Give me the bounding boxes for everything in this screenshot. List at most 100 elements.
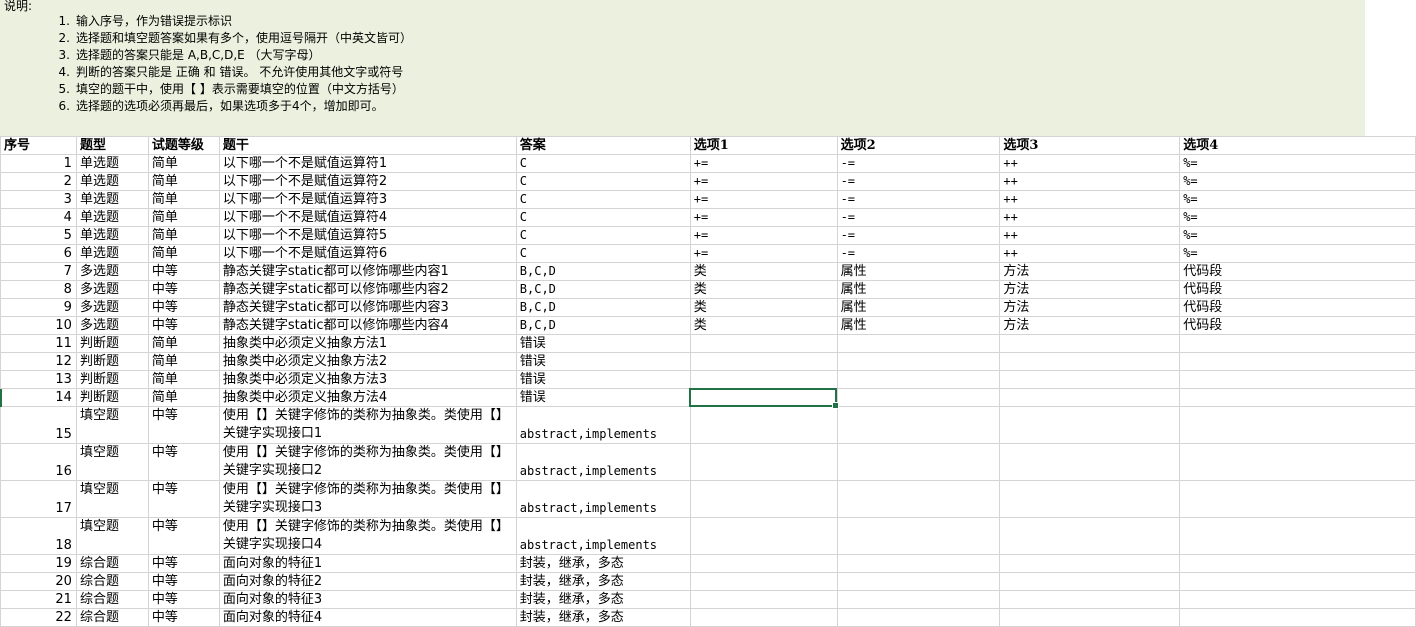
cell-option4[interactable] [1179,443,1416,481]
cell-option3[interactable]: 方法 [999,316,1181,335]
cell-level[interactable]: 中等 [147,517,220,555]
cell-level[interactable]: 简单 [147,226,220,245]
cell-option1[interactable] [689,334,838,353]
cell-option1[interactable]: += [689,172,838,191]
cell-option2[interactable] [836,388,1001,407]
cell-seq[interactable]: 20 [0,572,77,591]
cell-option3[interactable]: ++ [999,190,1181,209]
cell-stem[interactable]: 面向对象的特征3 [218,590,517,609]
cell-option2[interactable] [836,590,1001,609]
cell-option3[interactable]: ++ [999,244,1181,263]
cell-seq[interactable]: 15 [0,406,77,444]
cell-stem[interactable]: 面向对象的特征2 [218,572,517,591]
cell-seq[interactable]: 10 [0,316,77,335]
cell-seq[interactable]: 18 [0,517,77,555]
cell-stem[interactable]: 以下哪一个不是赋值运算符5 [218,226,517,245]
cell-type[interactable]: 填空题 [75,443,149,481]
cell-level[interactable]: 中等 [147,262,220,281]
cell-option1[interactable]: += [689,154,838,173]
cell-option2[interactable]: -= [836,154,1001,173]
cell-seq[interactable]: 21 [0,590,77,609]
header-answer[interactable]: 答案 [515,136,691,155]
cell-stem[interactable]: 以下哪一个不是赋值运算符4 [218,208,517,227]
cell-option4[interactable]: 代码段 [1179,280,1416,299]
cell-option2[interactable]: 属性 [836,262,1001,281]
cell-option2[interactable] [836,352,1001,371]
cell-option3[interactable]: ++ [999,154,1181,173]
cell-level[interactable]: 简单 [147,244,220,263]
cell-level[interactable]: 简单 [147,352,220,371]
header-option1[interactable]: 选项1 [689,136,838,155]
cell-level[interactable]: 中等 [147,443,220,481]
cell-level[interactable]: 简单 [147,172,220,191]
cell-option1[interactable] [689,608,838,627]
cell-level[interactable]: 中等 [147,280,220,299]
cell-stem[interactable]: 静态关键字static都可以修饰哪些内容1 [218,262,517,281]
cell-option2[interactable]: -= [836,244,1001,263]
cell-option3[interactable] [999,608,1181,627]
cell-option4[interactable] [1179,352,1416,371]
cell-option4[interactable] [1179,608,1416,627]
cell-option3[interactable] [999,406,1181,444]
cell-option4[interactable] [1179,554,1416,573]
cell-seq[interactable]: 12 [0,352,77,371]
cell-option1[interactable] [689,370,838,389]
cell-option2[interactable] [836,406,1001,444]
header-seq[interactable]: 序号 [0,136,77,155]
cell-type[interactable]: 多选题 [75,262,149,281]
cell-option4[interactable]: %= [1179,190,1416,209]
cell-level[interactable]: 中等 [147,406,220,444]
cell-type[interactable]: 多选题 [75,316,149,335]
cell-stem[interactable]: 以下哪一个不是赋值运算符6 [218,244,517,263]
cell-option4[interactable]: %= [1179,208,1416,227]
header-option4[interactable]: 选项4 [1179,136,1416,155]
cell-option4[interactable] [1179,480,1416,518]
cell-seq[interactable]: 19 [0,554,77,573]
cell-stem[interactable]: 使用【】关键字修饰的类称为抽象类。类使用【】关键字实现接口4 [218,517,517,555]
cell-option1[interactable] [689,388,838,407]
cell-seq[interactable]: 4 [0,208,77,227]
cell-option4[interactable]: 代码段 [1179,298,1416,317]
cell-option2[interactable]: -= [836,226,1001,245]
cell-seq[interactable]: 3 [0,190,77,209]
cell-option1[interactable] [689,443,838,481]
cell-option2[interactable] [836,370,1001,389]
cell-stem[interactable]: 抽象类中必须定义抽象方法1 [218,334,517,353]
cell-stem[interactable]: 以下哪一个不是赋值运算符3 [218,190,517,209]
cell-level[interactable]: 简单 [147,208,220,227]
cell-level[interactable]: 中等 [147,590,220,609]
cell-level[interactable]: 中等 [147,554,220,573]
cell-option1[interactable]: += [689,190,838,209]
cell-seq[interactable]: 6 [0,244,77,263]
cell-option3[interactable]: 方法 [999,298,1181,317]
cell-seq[interactable]: 5 [0,226,77,245]
cell-option3[interactable]: ++ [999,208,1181,227]
cell-option3[interactable] [999,554,1181,573]
cell-level[interactable]: 简单 [147,334,220,353]
cell-type[interactable]: 判断题 [75,388,149,407]
cell-option3[interactable] [999,388,1181,407]
cell-option1[interactable]: += [689,208,838,227]
cell-option2[interactable]: -= [836,172,1001,191]
cell-option4[interactable] [1179,406,1416,444]
cell-type[interactable]: 单选题 [75,190,149,209]
cell-option3[interactable] [999,443,1181,481]
cell-option2[interactable] [836,554,1001,573]
cell-answer[interactable]: C [515,244,691,263]
cell-stem[interactable]: 抽象类中必须定义抽象方法3 [218,370,517,389]
cell-answer[interactable]: 封装，继承，多态 [515,554,691,573]
cell-type[interactable]: 单选题 [75,208,149,227]
cell-stem[interactable]: 静态关键字static都可以修饰哪些内容4 [218,316,517,335]
cell-stem[interactable]: 抽象类中必须定义抽象方法2 [218,352,517,371]
cell-type[interactable]: 填空题 [75,517,149,555]
cell-type[interactable]: 综合题 [75,608,149,627]
cell-option3[interactable] [999,517,1181,555]
cell-answer[interactable]: C [515,190,691,209]
cell-level[interactable]: 中等 [147,298,220,317]
cell-option1[interactable]: 类 [689,316,838,335]
cell-answer[interactable]: B,C,D [515,298,691,317]
cell-type[interactable]: 填空题 [75,480,149,518]
cell-option4[interactable]: %= [1179,154,1416,173]
cell-answer[interactable]: 错误 [515,370,691,389]
cell-stem[interactable]: 使用【】关键字修饰的类称为抽象类。类使用【】关键字实现接口2 [218,443,517,481]
